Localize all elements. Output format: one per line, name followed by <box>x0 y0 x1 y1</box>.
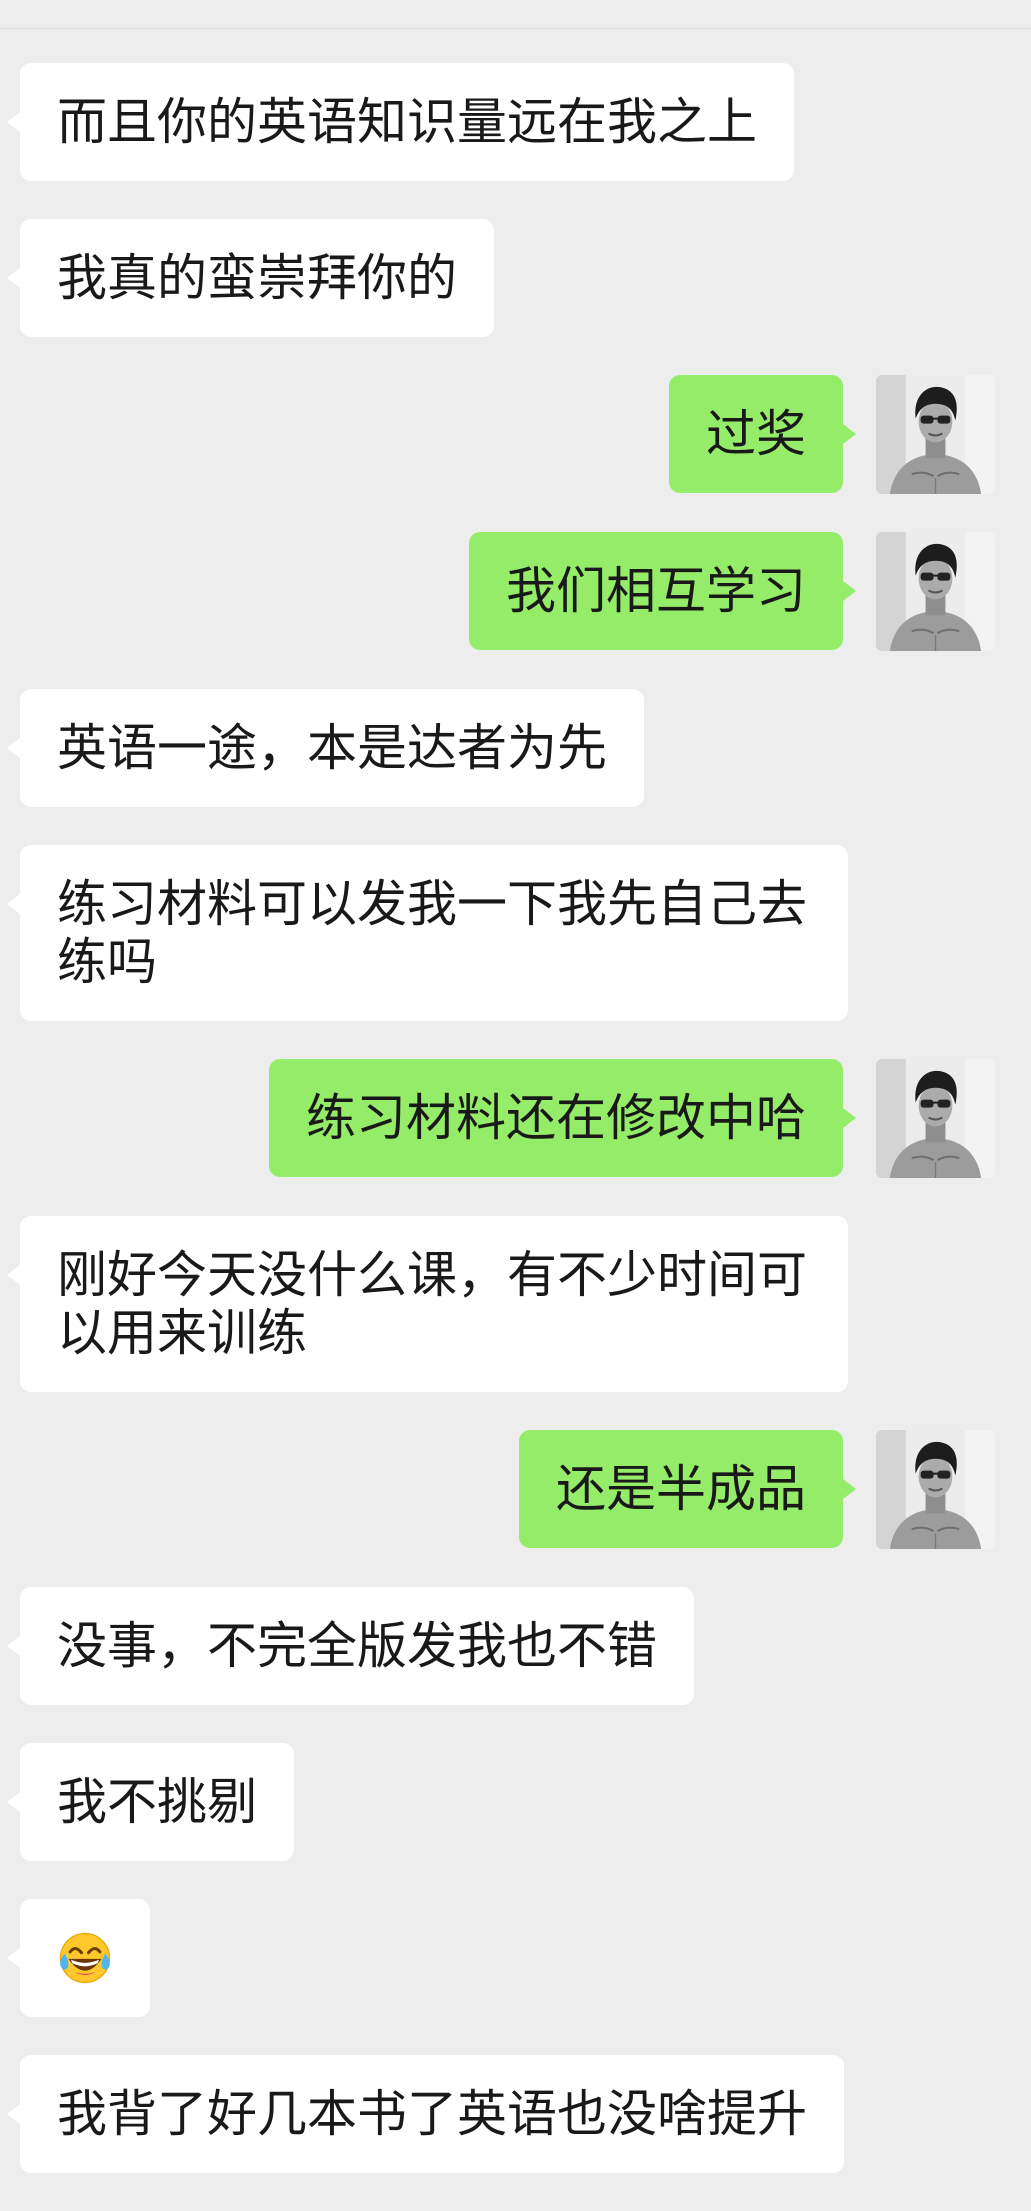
message-row: 我们相互学习 <box>0 532 1031 651</box>
message-text: 练习材料还在修改中哈 <box>306 1089 806 1147</box>
avatar[interactable] <box>876 1430 995 1549</box>
avatar-photo-icon <box>876 1430 995 1549</box>
message-text: 我不挑剔 <box>57 1773 257 1831</box>
message-row <box>0 1899 1031 2017</box>
message-bubble-incoming[interactable]: 我背了好几本书了英语也没啥提升 <box>7 2055 844 2173</box>
message-row: 我真的蛮崇拜你的 <box>0 219 1031 337</box>
avatar-photo-icon <box>876 1059 995 1178</box>
message-row: 练习材料可以发我一下我先自己去练吗 <box>0 845 1031 1021</box>
message-text: 没事，不完全版发我也不错 <box>57 1617 657 1675</box>
message-row: 而且你的英语知识量远在我之上 <box>0 63 1031 181</box>
message-text: 英语一途，本是达者为先 <box>57 719 607 777</box>
message-row: 刚好今天没什么课，有不少时间可以用来训练 <box>0 1216 1031 1392</box>
message-row: 英语一途，本是达者为先 <box>0 689 1031 807</box>
message-bubble-incoming[interactable]: 练习材料可以发我一下我先自己去练吗 <box>7 845 848 1021</box>
message-bubble-incoming[interactable]: 刚好今天没什么课，有不少时间可以用来训练 <box>7 1216 848 1392</box>
header-divider <box>0 28 1031 29</box>
message-text: 而且你的英语知识量远在我之上 <box>57 93 757 151</box>
avatar[interactable] <box>876 375 995 494</box>
face-with-tears-of-joy-icon <box>57 1929 113 1987</box>
avatar-photo-icon <box>876 532 995 651</box>
message-text: 我背了好几本书了英语也没啥提升 <box>57 2085 807 2143</box>
message-bubble-outgoing[interactable]: 过奖 <box>669 375 856 493</box>
avatar[interactable] <box>876 532 995 651</box>
avatar[interactable] <box>876 1059 995 1178</box>
message-text: 过奖 <box>706 405 806 463</box>
message-text: 还是半成品 <box>556 1460 806 1518</box>
message-row: 练习材料还在修改中哈 <box>0 1059 1031 1178</box>
message-text: 练习材料可以发我一下我先自己去练吗 <box>57 875 807 991</box>
message-text: 刚好今天没什么课，有不少时间可以用来训练 <box>57 1246 807 1362</box>
message-bubble-incoming[interactable]: 我真的蛮崇拜你的 <box>7 219 494 337</box>
message-bubble-incoming[interactable]: 没事，不完全版发我也不错 <box>7 1587 694 1705</box>
message-row: 我背了好几本书了英语也没啥提升 <box>0 2055 1031 2173</box>
chat-message-list[interactable]: 而且你的英语知识量远在我之上 我真的蛮崇拜你的 过奖 我们相互学习 英语一途，本… <box>0 63 1031 2211</box>
message-bubble-incoming[interactable]: 英语一途，本是达者为先 <box>7 689 644 807</box>
avatar-photo-icon <box>876 375 995 494</box>
message-bubble-incoming[interactable]: 而且你的英语知识量远在我之上 <box>7 63 794 181</box>
message-text: 我们相互学习 <box>506 562 806 620</box>
message-bubble-outgoing[interactable]: 我们相互学习 <box>469 532 856 650</box>
message-row: 还是半成品 <box>0 1430 1031 1549</box>
message-row: 我不挑剔 <box>0 1743 1031 1861</box>
message-row: 没事，不完全版发我也不错 <box>0 1587 1031 1705</box>
message-bubble-outgoing[interactable]: 还是半成品 <box>519 1430 856 1548</box>
message-bubble-incoming[interactable]: 我不挑剔 <box>7 1743 294 1861</box>
message-bubble-incoming[interactable] <box>7 1899 150 2017</box>
message-text: 我真的蛮崇拜你的 <box>57 249 457 307</box>
message-row: 过奖 <box>0 375 1031 494</box>
message-bubble-outgoing[interactable]: 练习材料还在修改中哈 <box>269 1059 856 1177</box>
